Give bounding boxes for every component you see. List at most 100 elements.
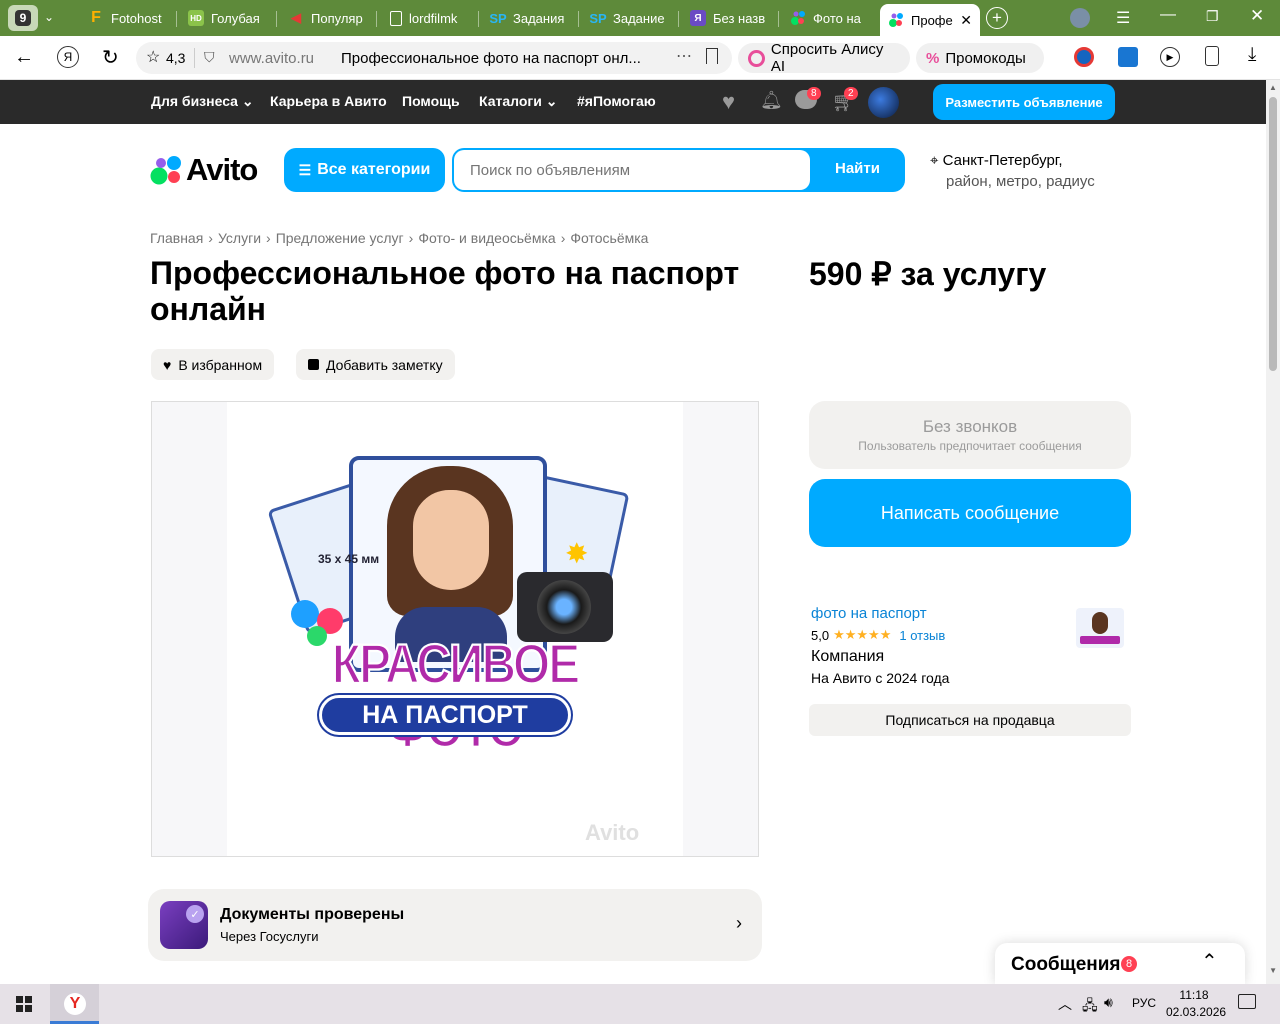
clock[interactable]: 11:18 02.03.2026: [1166, 988, 1226, 1019]
listing-photo[interactable]: 35 x 45 мм ✸ КРАСИВОЕ ФОТО НА ПАСПОРТ Av…: [151, 401, 759, 857]
shield-icon: ⛉: [204, 49, 215, 65]
verified-shield-icon: ✓: [160, 901, 208, 949]
breadcrumb-item[interactable]: Предложение услуг: [276, 230, 404, 246]
user-avatar[interactable]: [868, 87, 899, 118]
tab-bez-nazvaniya[interactable]: Я Без назв: [682, 4, 774, 32]
sp-icon: SP: [589, 10, 607, 26]
favorite-button[interactable]: ♥ В избранном: [151, 349, 275, 380]
reviews-link[interactable]: 1 отзыв: [899, 628, 945, 643]
tab-counter[interactable]: 9: [8, 5, 38, 31]
fotohost-icon: F: [91, 9, 101, 26]
profile-avatar[interactable]: [1070, 8, 1090, 28]
extension-icon[interactable]: [1074, 47, 1094, 67]
language-indicator[interactable]: РУС: [1132, 996, 1156, 1010]
seller-name[interactable]: фото на паспорт: [811, 605, 927, 622]
yandex-browser-icon: Y: [64, 993, 86, 1015]
tab-lordfilm[interactable]: lordfilmk: [382, 4, 474, 32]
tab-zadanie[interactable]: SP Задание: [582, 4, 674, 32]
percent-icon: %: [926, 49, 940, 67]
bookmark-icon[interactable]: [706, 48, 718, 64]
page-title: Профессиональное фото на паспорт онлайн: [150, 255, 740, 327]
no-calls-button[interactable]: Без звонков Пользователь предпочитает со…: [809, 401, 1131, 469]
tabs-dropdown-icon[interactable]: ⌄: [44, 10, 54, 24]
tab-professionalnoe-active[interactable]: Профе ✕: [880, 4, 980, 36]
nav-career[interactable]: Карьера в Авито: [270, 93, 387, 109]
search-input[interactable]: [454, 150, 810, 190]
nav-pomogayu[interactable]: #яПомогаю: [577, 93, 656, 109]
tab-zadaniya[interactable]: SP Задания: [482, 4, 574, 32]
scroll-down-arrow[interactable]: ▼: [1269, 966, 1277, 975]
favorites-heart-icon[interactable]: ♥: [722, 89, 735, 115]
menu-icon[interactable]: ☰: [1116, 8, 1130, 28]
messages-panel[interactable]: Сообщения 8 ⌃: [995, 943, 1245, 984]
yandex-icon: Я: [690, 10, 706, 26]
avito-logo[interactable]: Avito: [150, 152, 258, 188]
post-ad-button[interactable]: Разместить объявление: [933, 84, 1115, 120]
breadcrumb: Главная › Услуги › Предложение услуг › Фото…: [150, 230, 649, 246]
browser-tab-bar: 9 ⌄ F Fotohost HD Голубая ◀ Популяр lordfil…: [0, 0, 1280, 36]
chevron-up-icon[interactable]: ⌃: [1201, 949, 1218, 974]
search-button[interactable]: Найти: [835, 160, 880, 177]
subscribe-seller-button[interactable]: Подписаться на продавца: [809, 704, 1131, 736]
breadcrumb-item[interactable]: Услуги: [218, 230, 261, 246]
minimize-icon[interactable]: —: [1160, 6, 1176, 24]
network-icon[interactable]: 🖧︎: [1082, 995, 1098, 1019]
reload-icon[interactable]: ↻: [102, 45, 119, 70]
search-bar: Найти: [452, 148, 905, 192]
breadcrumb-item[interactable]: Главная: [150, 230, 203, 246]
close-window-icon[interactable]: ✕: [1250, 6, 1264, 26]
location-selector[interactable]: ⌖ Санкт-Петербург, район, метро, радиус: [930, 152, 1095, 190]
nav-catalogs[interactable]: Каталоги ⌄: [479, 93, 557, 110]
tab-popular[interactable]: ◀ Популяр: [280, 4, 372, 32]
url-field[interactable]: ☆ 4,3 ⛉ www.avito.ru Профессиональное фо…: [136, 42, 732, 74]
documents-verified-card[interactable]: ✓ Документы проверены Через Госуслуги ›: [148, 889, 762, 961]
notifications-bell-icon[interactable]: 🔔︎: [760, 90, 783, 111]
breadcrumb-item[interactable]: Фото- и видеосьёмка: [418, 230, 555, 246]
tab-fotohost[interactable]: F Fotohost: [80, 4, 172, 32]
promo-codes-button[interactable]: % Промокоды: [916, 43, 1044, 73]
scrollbar-thumb[interactable]: [1269, 97, 1277, 371]
notifications-icon[interactable]: [1238, 994, 1256, 1009]
windows-taskbar: Y ︿ 🖧︎ 🔊︎ РУС 11:18 02.03.2026: [0, 984, 1280, 1024]
volume-icon[interactable]: 🔊︎: [1104, 994, 1113, 1011]
collections-icon[interactable]: [1205, 46, 1219, 66]
download-icon[interactable]: ⤓: [1248, 44, 1256, 66]
hd-icon: HD: [188, 10, 204, 26]
tray-chevron-icon[interactable]: ︿: [1058, 994, 1072, 1014]
back-icon[interactable]: ←: [14, 46, 34, 69]
messages-panel-badge: 8: [1121, 956, 1137, 972]
close-tab-icon[interactable]: ✕: [960, 12, 972, 29]
tab-foto-na[interactable]: Фото на: [782, 4, 874, 32]
breadcrumb-item[interactable]: Фотосьёмка: [570, 230, 648, 246]
camera-illustration: [517, 572, 613, 642]
documents-title: Документы проверены: [220, 906, 405, 923]
nav-business[interactable]: Для бизнеса ⌄: [151, 93, 254, 110]
all-categories-button[interactable]: ☰ Все категории: [284, 148, 445, 192]
url-domain: www.avito.ru: [229, 50, 315, 67]
ask-alice-button[interactable]: Спросить Алису AI: [738, 41, 910, 75]
avito-watermark: Avito: [585, 820, 640, 845]
document-icon: [390, 10, 402, 26]
yandex-home-icon[interactable]: Я: [57, 46, 79, 68]
media-play-icon[interactable]: ▶: [1160, 47, 1180, 67]
nav-help[interactable]: Помощь: [402, 93, 460, 109]
restore-icon[interactable]: ❐: [1206, 8, 1219, 25]
translate-extension-icon[interactable]: [1118, 47, 1138, 67]
sp-icon: SP: [489, 10, 507, 26]
video-icon: ◀: [291, 10, 301, 25]
seller-avatar[interactable]: [1076, 608, 1124, 648]
address-bar: ← Я ↻ ☆ 4,3 ⛉ www.avito.ru Профессиональ…: [0, 36, 1280, 80]
taskbar-yandex-browser[interactable]: Y: [50, 984, 99, 1024]
avito-favicon: [888, 12, 904, 28]
heart-icon: ♥: [163, 356, 172, 373]
more-icon[interactable]: ⋯: [676, 46, 692, 66]
face-shape: [413, 490, 489, 590]
location-pin-icon: ⌖: [930, 152, 939, 169]
add-note-button[interactable]: Добавить заметку: [296, 349, 455, 380]
photo-canvas: 35 x 45 мм ✸ КРАСИВОЕ ФОТО НА ПАСПОРТ Av…: [227, 402, 683, 856]
new-tab-button[interactable]: +: [986, 7, 1008, 29]
tab-golubaya[interactable]: HD Голубая: [180, 4, 272, 32]
photo-size-label: 35 x 45 мм: [318, 552, 380, 566]
write-message-button[interactable]: Написать сообщение: [809, 479, 1131, 547]
windows-start-icon[interactable]: [16, 996, 32, 1012]
